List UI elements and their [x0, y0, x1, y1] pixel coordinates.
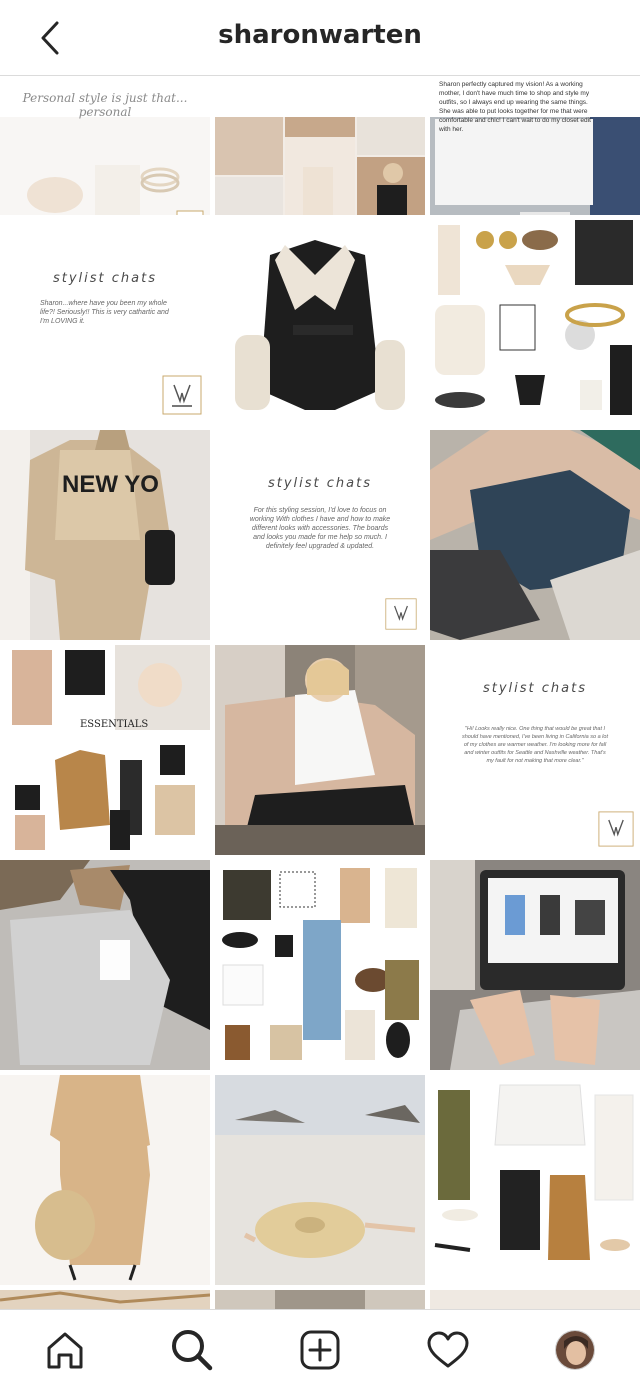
post-tile-14[interactable]	[215, 860, 425, 1070]
nav-add-button[interactable]	[298, 1328, 342, 1372]
search-icon	[172, 1330, 213, 1371]
post-12-text: "Hi! Looks really nice. One thing that w…	[462, 726, 608, 764]
fashion-stylist-logo	[598, 811, 634, 847]
post-tile-8[interactable]: stylist chats For this styling session, …	[215, 430, 425, 640]
post-tile-18[interactable]	[430, 1075, 640, 1285]
post-tile-13[interactable]	[0, 860, 210, 1070]
post-tile-9[interactable]	[430, 430, 640, 640]
post-tile-11[interactable]	[215, 645, 425, 855]
post-tile-16[interactable]	[0, 1075, 210, 1285]
post-tile-12[interactable]: stylist chats "Hi! Looks really nice. On…	[430, 645, 640, 855]
nav-home-button[interactable]	[43, 1328, 87, 1372]
post-7-print: NEW YO	[62, 471, 159, 498]
profile-avatar	[555, 1330, 595, 1370]
nav-search-button[interactable]	[170, 1328, 214, 1372]
post-8-text: For this styling session, I'd love to fo…	[249, 507, 391, 550]
heart-icon	[427, 1331, 469, 1368]
post-tile-21[interactable]	[430, 1290, 640, 1309]
post-8-title: stylist chats	[267, 476, 372, 491]
post-1-caption: Personal style is just that... personal	[22, 91, 188, 119]
post-4-text: Sharon...where have you been my whole li…	[40, 300, 169, 325]
post-10-title: ESSENTIALS	[80, 719, 149, 730]
post-3-text: Sharon perfectly captured my vision! As …	[439, 81, 591, 133]
profile-username: sharonwarten	[218, 20, 422, 50]
post-tile-17[interactable]	[215, 1075, 425, 1285]
profile-header: sharonwarten	[0, 0, 640, 76]
post-12-title: stylist chats	[482, 681, 587, 696]
post-tile-6[interactable]	[430, 215, 640, 425]
fashion-stylist-logo	[385, 598, 417, 630]
post-tile-4[interactable]: stylist chats Sharon...where have you be…	[0, 215, 210, 425]
nav-profile-button[interactable]	[553, 1328, 597, 1372]
bottom-navigation	[0, 1309, 640, 1386]
post-tile-15[interactable]	[430, 860, 640, 1070]
post-tile-20[interactable]	[215, 1290, 425, 1309]
home-icon	[47, 1332, 83, 1369]
post-4-title: stylist chats	[52, 271, 157, 286]
posts-grid: Personal style is just that... personal …	[0, 77, 640, 1309]
add-post-icon	[300, 1330, 340, 1370]
post-tile-19[interactable]	[0, 1290, 210, 1309]
post-tile-7[interactable]: NEW YO	[0, 430, 210, 640]
post-tile-10[interactable]: ESSENTIALS	[0, 645, 210, 855]
nav-activity-button[interactable]	[426, 1328, 470, 1372]
fashion-stylist-logo	[162, 375, 202, 415]
post-tile-5[interactable]	[215, 215, 425, 425]
